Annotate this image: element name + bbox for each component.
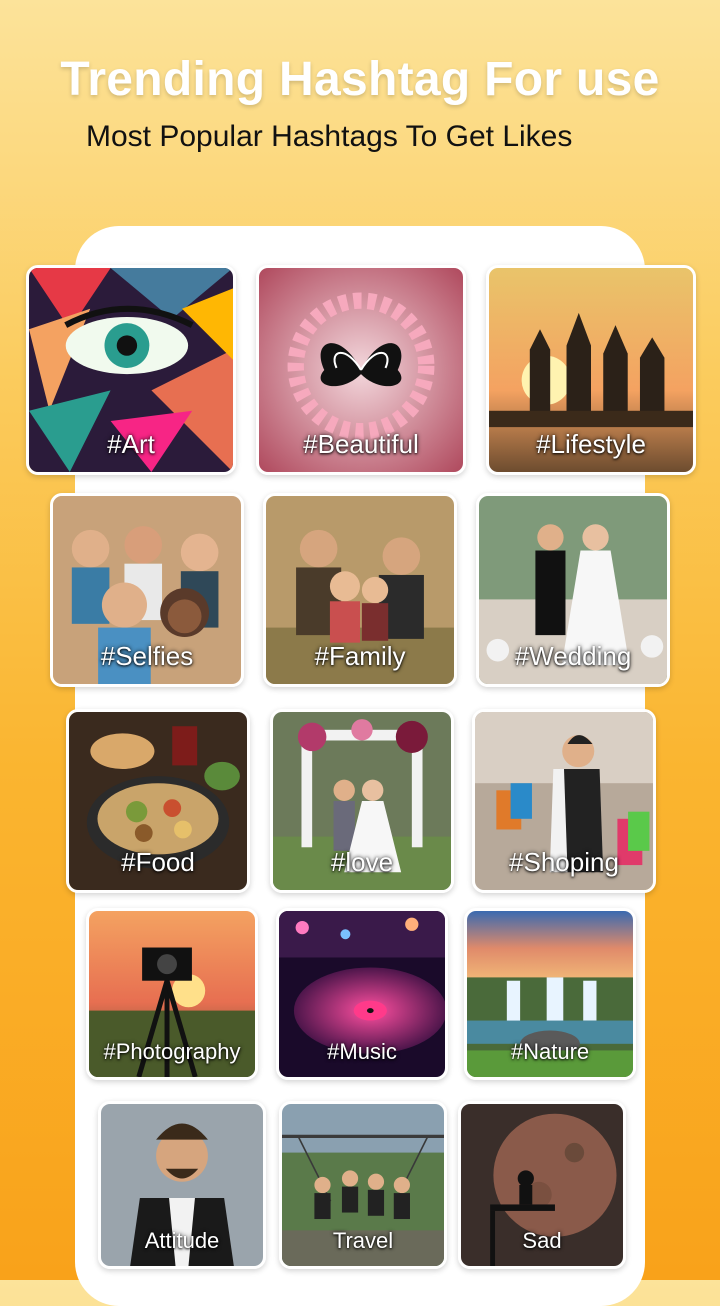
hashtag-label: #love — [330, 847, 394, 877]
hashtag-label: #Art — [107, 429, 155, 459]
hashtag-label: Attitude — [144, 1228, 220, 1253]
hashtag-label: Travel — [332, 1228, 394, 1253]
hashtag-card-wedding[interactable]: #Wedding — [476, 493, 670, 687]
hashtag-card-food[interactable]: #Food — [66, 709, 250, 893]
hashtag-card-art[interactable]: #Art — [26, 265, 236, 475]
hashtag-label: #Photography — [103, 1039, 241, 1064]
hashtag-label: #Shoping — [509, 847, 619, 877]
hashtag-card-photography[interactable]: #Photography — [86, 908, 258, 1080]
hashtag-card-love[interactable]: #love — [270, 709, 454, 893]
hashtag-card-attitude[interactable]: Attitude — [98, 1101, 266, 1269]
hashtag-label: #Wedding — [514, 641, 632, 671]
hashtag-card-shoping[interactable]: #Shoping — [472, 709, 656, 893]
hashtag-card-family[interactable]: #Family — [263, 493, 457, 687]
hashtag-card-beautiful[interactable]: #Beautiful — [256, 265, 466, 475]
hashtag-card-sad[interactable]: Sad — [458, 1101, 626, 1269]
hashtag-label: #Nature — [510, 1039, 590, 1064]
page-title: Trending Hashtag For use — [60, 53, 660, 106]
hashtag-card-travel[interactable]: Travel — [279, 1101, 447, 1269]
hashtag-label: #Music — [327, 1039, 397, 1064]
hashtag-label: #Beautiful — [303, 429, 419, 459]
hashtag-card-lifestyle[interactable]: #Lifestyle — [486, 265, 696, 475]
hashtag-label: Sad — [522, 1228, 562, 1253]
hashtag-card-selfies[interactable]: #Selfies — [50, 493, 244, 687]
hashtag-label: #Selfies — [100, 641, 194, 671]
hashtag-card-music[interactable]: #Music — [276, 908, 448, 1080]
hashtag-label: #Family — [314, 641, 406, 671]
page-subtitle: Most Popular Hashtags To Get Likes — [86, 120, 573, 153]
hashtag-label: #Lifestyle — [536, 429, 646, 459]
hashtag-label: #Food — [121, 847, 195, 877]
hashtag-card-nature[interactable]: #Nature — [464, 908, 636, 1080]
